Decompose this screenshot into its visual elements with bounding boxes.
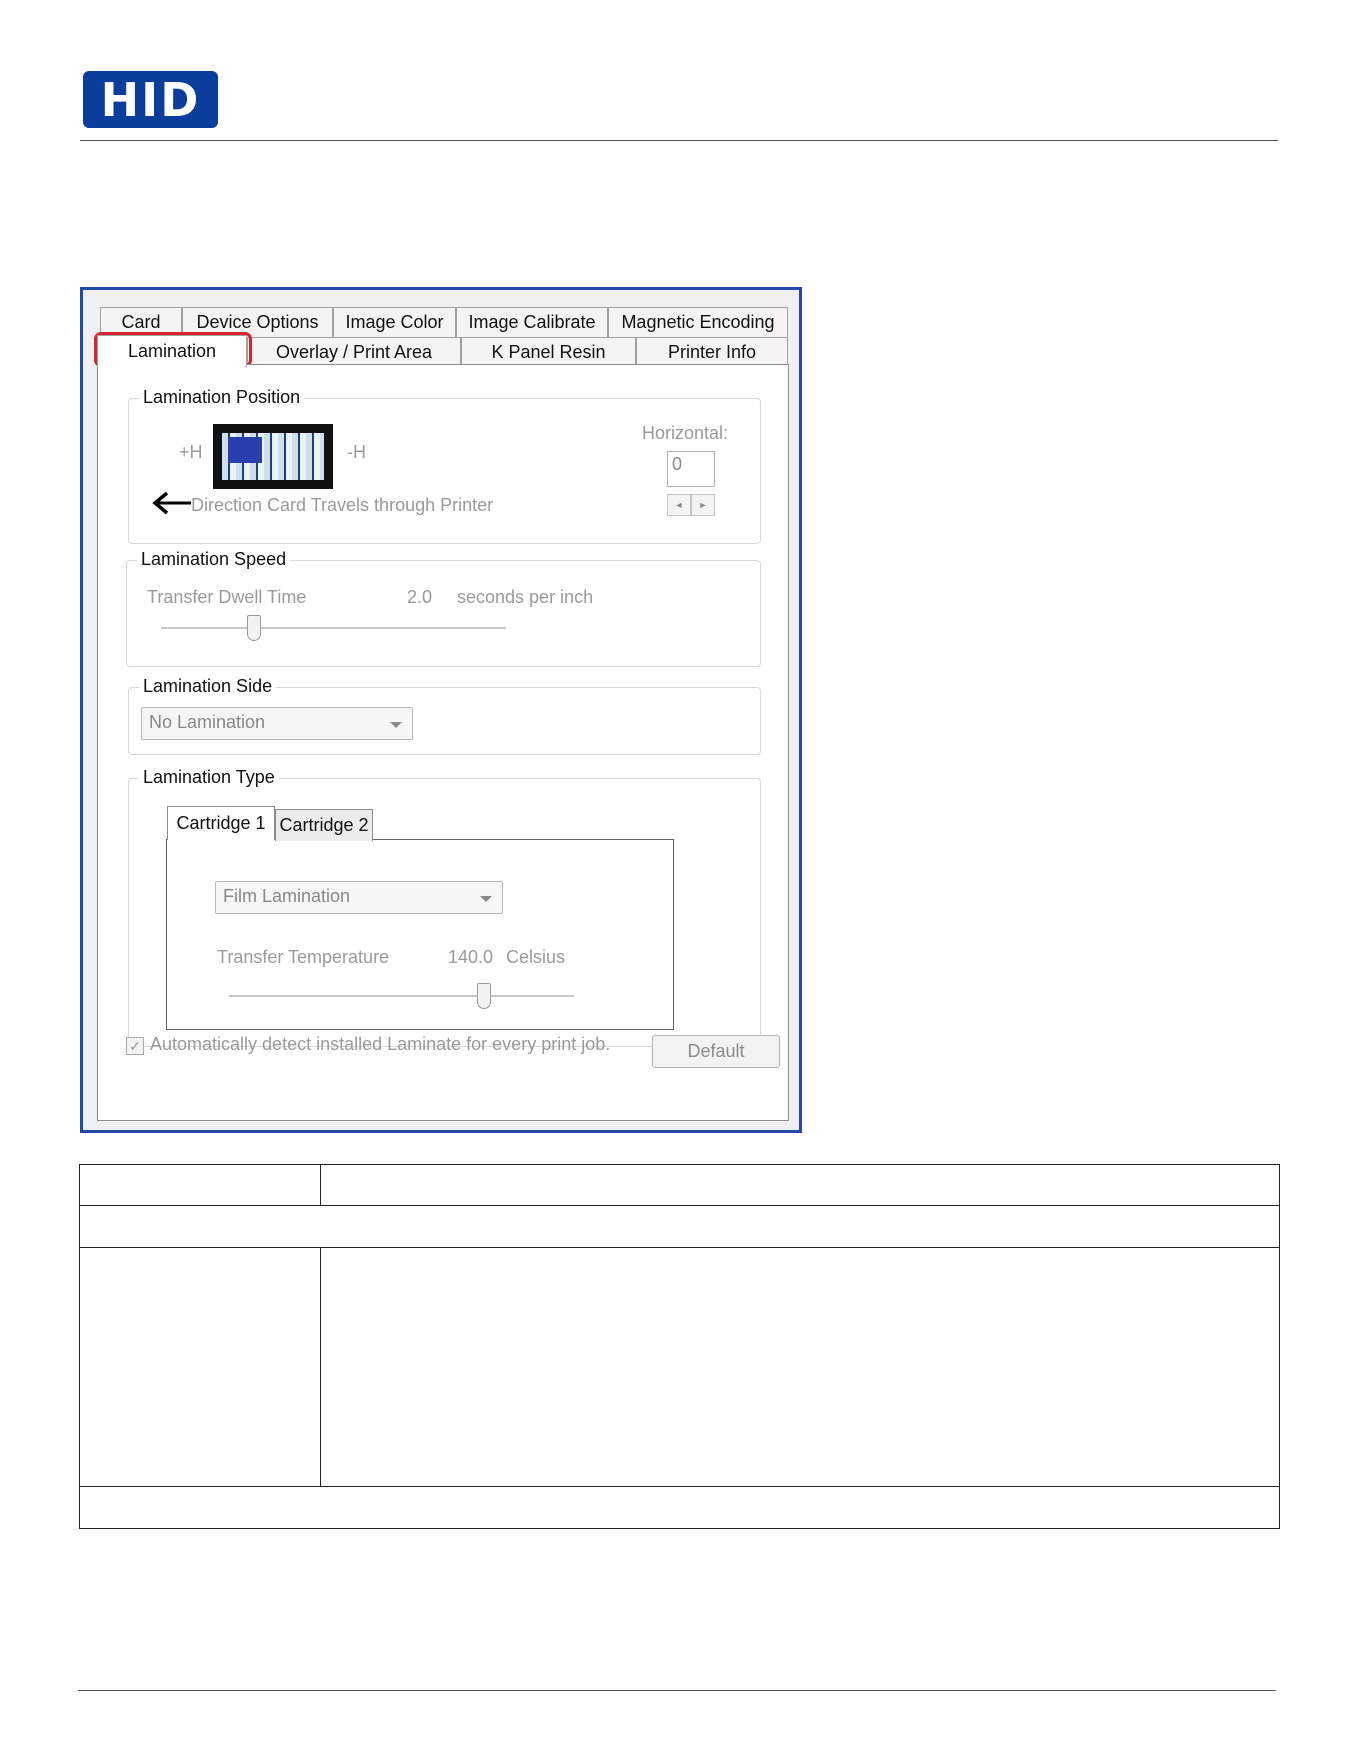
chevron-down-icon [480,896,492,902]
tab-image-calibrate[interactable]: Image Calibrate [456,307,608,337]
direction-label: Direction Card Travels through Printer [191,495,494,515]
cartridge-panel: Film Lamination Transfer Temperature 140… [166,839,674,1030]
dwell-time-value: 2.0 [407,587,433,607]
description-table [79,1164,1280,1529]
lamination-speed-title: Lamination Speed [137,549,291,570]
tab-lamination[interactable]: Lamination [97,335,247,367]
tab-overlay-print-area[interactable]: Overlay / Print Area [247,337,461,367]
tab-printer-info[interactable]: Printer Info [636,337,788,367]
tab-magnetic-encoding[interactable]: Magnetic Encoding [608,307,788,337]
table-cell [79,1486,1280,1529]
temp-slider-thumb[interactable] [477,983,492,1009]
tab-image-color[interactable]: Image Color [333,307,456,337]
table-cell [79,1205,1280,1248]
dwell-time-unit: seconds per inch [457,587,594,607]
dwell-time-label: Transfer Dwell Time [147,587,307,607]
auto-detect-checkbox[interactable]: ✓ [126,1037,144,1055]
lamination-type-title: Lamination Type [139,767,279,788]
card-preview-image [213,424,333,489]
horizontal-spinner[interactable]: ◄ ► [667,494,715,516]
temp-slider-track[interactable] [229,995,574,998]
chevron-down-icon [390,722,402,728]
transfer-temp-value: 140.0 [448,947,494,967]
tab-cartridge-1[interactable]: Cartridge 1 [167,806,275,840]
horizontal-input[interactable]: 0 [667,451,715,487]
header-rule [80,140,1278,141]
lamination-position-group: Lamination Position +H -H Direction Card… [128,387,761,544]
lamination-tab-panel: Lamination Position +H -H Direction Card… [97,364,789,1121]
film-lamination-select[interactable]: Film Lamination [215,881,503,914]
lamination-side-title: Lamination Side [139,676,277,697]
arrow-left-icon [152,491,191,515]
dwell-slider-track[interactable] [161,627,506,630]
horizontal-label: Horizontal: [642,423,729,443]
lamination-position-title: Lamination Position [139,387,305,408]
transfer-temp-label: Transfer Temperature [217,947,390,967]
transfer-temp-unit: Celsius [506,947,566,967]
hid-logo: HID [83,71,218,128]
table-cell [320,1164,1280,1206]
lamination-side-value: No Lamination [149,712,266,732]
lamination-side-select[interactable]: No Lamination [141,707,413,740]
lamination-speed-group: Lamination Speed Transfer Dwell Time 2.0… [126,549,761,667]
film-lamination-value: Film Lamination [223,886,351,906]
default-button[interactable]: Default [652,1035,780,1068]
auto-detect-label: Automatically detect installed Laminate … [150,1034,611,1054]
spin-right-icon[interactable]: ► [691,494,715,516]
table-cell [79,1247,321,1487]
table-cell [79,1164,321,1206]
spin-left-icon[interactable]: ◄ [667,494,691,516]
minus-h-label: -H [347,442,366,462]
tab-cartridge-2[interactable]: Cartridge 2 [275,809,373,841]
lamination-type-group: Lamination Type Film Lamination Transfer… [128,767,761,1047]
footer-rule [78,1690,1276,1691]
printer-preferences-dialog: Card Device Options Image Color Image Ca… [80,287,802,1133]
lamination-side-group: Lamination Side No Lamination [128,676,761,755]
tab-k-panel-resin[interactable]: K Panel Resin [461,337,636,367]
table-cell [320,1247,1280,1487]
plus-h-label: +H [179,442,203,462]
dwell-slider-thumb[interactable] [247,615,262,641]
